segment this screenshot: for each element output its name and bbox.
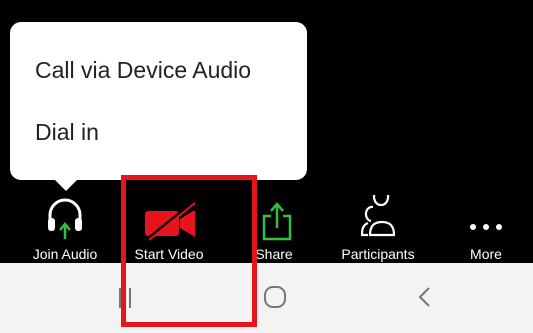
headphones-arrow-icon [48,198,82,239]
more-dots-icon [470,224,502,230]
start-video-highlight-box [121,175,257,327]
audio-options-popup: Call via Device Audio Dial in [10,22,307,191]
back-icon [418,287,430,307]
share-button[interactable]: Share [252,190,302,263]
share-label: Share [255,246,293,262]
share-arrow-icon [262,202,292,241]
dial-in-option[interactable]: Dial in [35,119,99,146]
call-via-device-audio-option[interactable]: Call via Device Audio [35,57,251,84]
meeting-toolbar: Join Audio Start Video Share Participant… [0,190,533,263]
home-icon [264,286,286,308]
join-audio-button[interactable]: Join Audio [20,190,110,263]
participants-icon [360,195,396,237]
participants-label: Participants [341,246,415,262]
android-navigation-bar [0,263,533,333]
more-label: More [470,246,502,262]
participants-button[interactable]: Participants [330,190,426,263]
more-button[interactable]: More [458,190,514,263]
join-audio-label: Join Audio [32,246,98,262]
back-button[interactable] [395,263,455,333]
